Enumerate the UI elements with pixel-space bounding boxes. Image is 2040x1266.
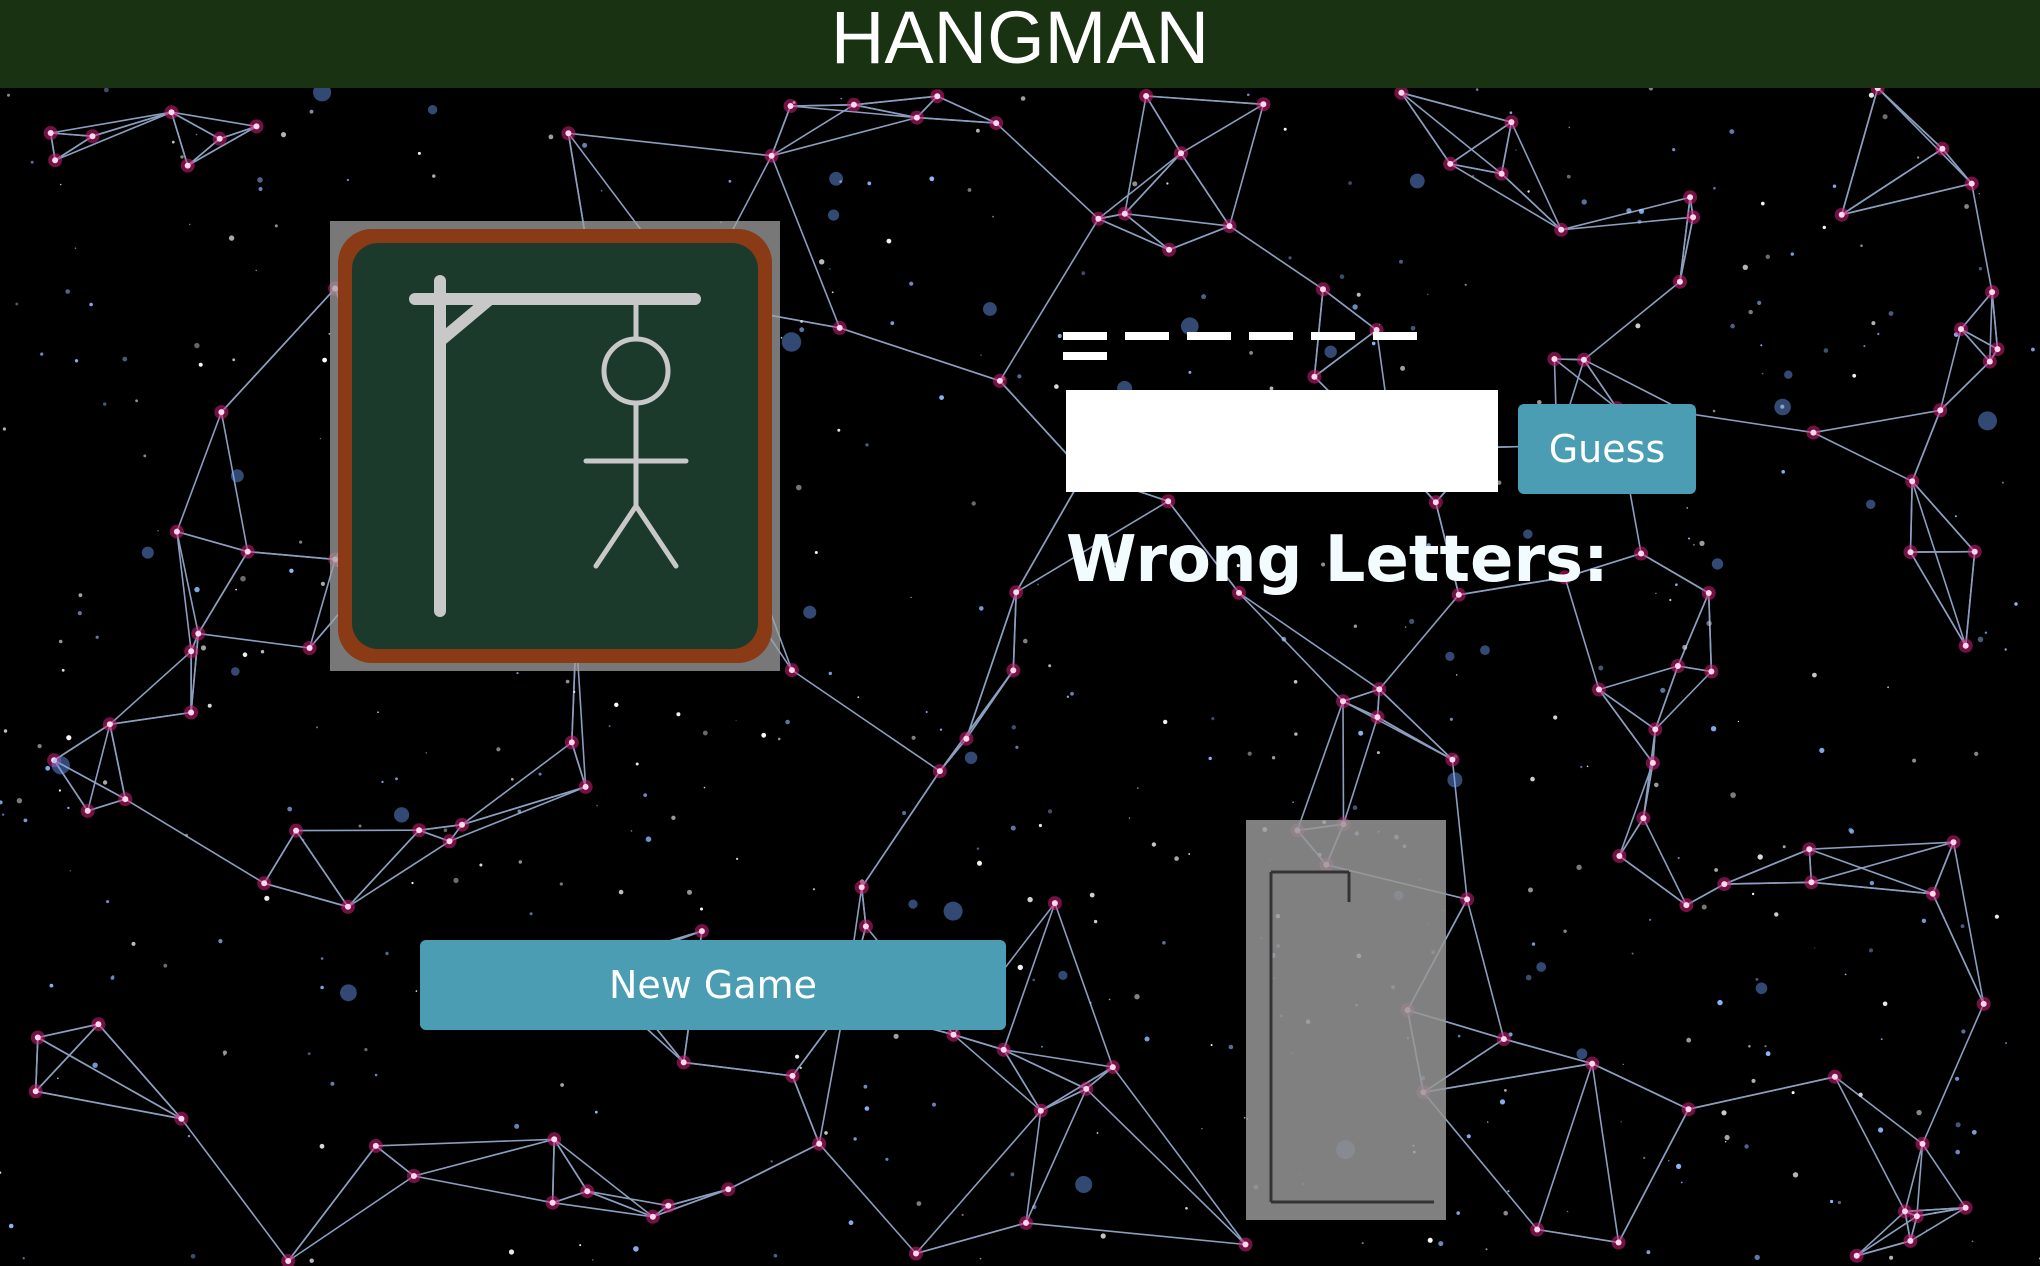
word-blanks [1063,332,1493,360]
letter-blank [1249,332,1293,340]
gallows-panel [1246,820,1446,1220]
logo-stick-figure [409,275,701,617]
page-title: HANGMAN [830,0,1210,79]
letter-blank [1063,332,1107,340]
guess-button[interactable]: Guess [1518,404,1696,494]
letter-blank [1373,332,1417,340]
letter-blank [1311,332,1355,340]
wrong-letters-label: Wrong Letters: [1066,523,1609,597]
letter-blank [1187,332,1231,340]
letter-blank [1125,332,1169,340]
starfield-background [0,81,2040,1266]
gallows-drawing [1269,870,1434,1204]
letter-blank [1063,352,1107,360]
header-bar: HANGMAN [0,0,2040,88]
guess-input[interactable] [1066,390,1498,492]
hangman-logo-icon [330,221,780,671]
new-game-button[interactable]: New Game [420,940,1006,1030]
